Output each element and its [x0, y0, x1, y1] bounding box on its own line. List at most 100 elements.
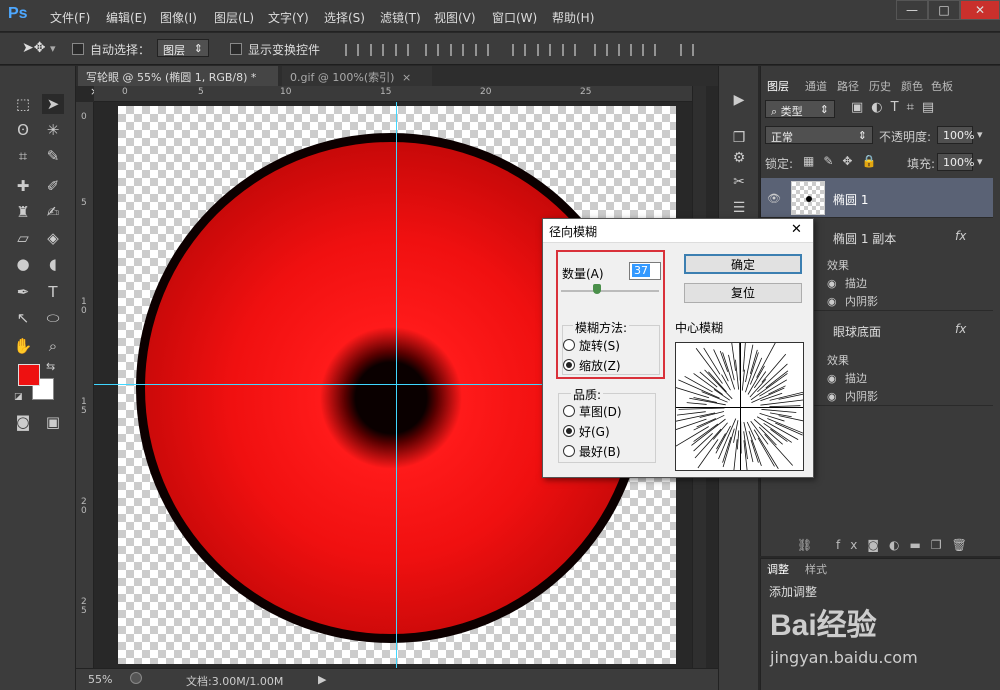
eye-visibility-icon[interactable]: 👁 [767, 192, 781, 205]
auto-select-dropdown[interactable]: 图层 ⇕ [157, 39, 209, 57]
chevron-down-icon[interactable]: ▾ [50, 42, 56, 55]
zoom-level[interactable]: 55% [88, 673, 112, 686]
fx-icon[interactable]: fx [955, 322, 966, 336]
align-left-icon[interactable] [425, 44, 439, 56]
distribute-left-icon[interactable] [594, 44, 608, 56]
layer-footer-icons[interactable]: ⛓ fx◙◐▬❐🗑 [797, 538, 977, 552]
menu-view[interactable]: 视图(V) [434, 9, 476, 26]
distribute-top-icon[interactable] [512, 44, 526, 56]
menu-type[interactable]: 文字(Y) [268, 9, 309, 26]
align-bottom-icon[interactable] [395, 44, 409, 56]
fill-arrow-icon[interactable]: ▾ [977, 155, 983, 168]
move-tool-icon[interactable]: ➤ [42, 94, 64, 114]
eye-visibility-icon[interactable]: ◉ [827, 372, 841, 385]
eye-visibility-icon[interactable]: ◉ [827, 390, 841, 403]
status-info-icon[interactable] [130, 672, 142, 684]
layer-filter-dropdown[interactable]: ⌕ 类型 ⇕ [765, 100, 835, 118]
fill-input[interactable]: 100% [937, 153, 974, 171]
layer-row-ellipse1[interactable]: 👁 椭圆 1 [761, 178, 993, 218]
foreground-color-swatch[interactable] [18, 364, 40, 386]
hand-tool-icon[interactable]: ✋ [12, 336, 34, 356]
type-tool-icon[interactable]: T [42, 282, 64, 302]
reset-button[interactable]: 复位 [684, 283, 802, 303]
opacity-arrow-icon[interactable]: ▾ [977, 128, 983, 141]
minimize-button[interactable]: — [896, 0, 928, 20]
dodge-tool-icon[interactable]: ◖ [42, 254, 64, 274]
amount-slider-track[interactable] [561, 290, 659, 292]
history-brush-icon[interactable]: ✍ [42, 202, 64, 222]
brush-tool-icon[interactable]: ✐ [42, 176, 64, 196]
eye-visibility-icon[interactable]: ◉ [827, 295, 841, 308]
tab-close-icon[interactable]: × [402, 71, 411, 84]
auto-select-checkbox[interactable] [72, 43, 84, 55]
screen-mode-icon[interactable]: ▣ [42, 412, 64, 432]
auto-align-icon[interactable] [680, 44, 694, 56]
path-select-icon[interactable]: ↖ [12, 308, 34, 328]
lock-icons[interactable]: ▦✎✥🔒 [803, 154, 885, 168]
distribute-vcenter-icon[interactable] [537, 44, 551, 56]
distribute-hcenter-icon[interactable] [618, 44, 632, 56]
blend-mode-dropdown[interactable]: 正常 ⇕ [765, 126, 873, 144]
stamp-icon[interactable]: ⚙ [729, 150, 749, 168]
radio-good[interactable] [563, 425, 575, 437]
tab-layers[interactable]: 图层 [767, 78, 789, 94]
tab-paths[interactable]: 路径 [837, 78, 859, 94]
menu-file[interactable]: 文件(F) [50, 9, 90, 26]
quick-mask-icon[interactable]: ◙ [12, 412, 34, 432]
opacity-input[interactable]: 100% [937, 126, 974, 144]
tab-styles[interactable]: 样式 [805, 561, 827, 577]
distribute-right-icon[interactable] [642, 44, 656, 56]
tab-color[interactable]: 颜色 [901, 78, 923, 94]
eye-visibility-icon[interactable]: ◉ [827, 277, 841, 290]
align-hcenter-icon[interactable] [450, 44, 464, 56]
move-tool-preset-icon[interactable]: ➤✥ [22, 40, 45, 56]
vertical-guide[interactable] [396, 102, 397, 668]
zoom-tool-icon[interactable]: ⌕ [42, 336, 64, 356]
close-window-button[interactable]: ✕ [960, 0, 1000, 20]
menu-layer[interactable]: 图层(L) [214, 9, 254, 26]
eyedropper-icon[interactable]: ✎ [42, 146, 64, 166]
lasso-tool-icon[interactable]: ʘ [12, 120, 34, 140]
swap-colors-icon[interactable]: ⇆ [46, 360, 55, 373]
menu-help[interactable]: 帮助(H) [552, 9, 594, 26]
amount-input[interactable]: 37 [629, 262, 661, 280]
align-vcenter-icon[interactable] [370, 44, 384, 56]
radio-spin[interactable] [563, 339, 575, 351]
dialog-titlebar[interactable]: 径向模糊 ✕ [543, 219, 813, 243]
default-colors-icon[interactable]: ◪ [14, 392, 23, 402]
crop-tool-icon[interactable]: ⌗ [12, 146, 34, 166]
menu-window[interactable]: 窗口(W) [492, 9, 537, 26]
blur-tool-icon[interactable]: ● [12, 254, 34, 274]
marquee-tool-icon[interactable]: ⬚ [12, 94, 34, 114]
distribute-bottom-icon[interactable] [562, 44, 576, 56]
healing-brush-icon[interactable]: ✚ [12, 176, 34, 196]
tab-swatches[interactable]: 色板 [931, 78, 953, 94]
menu-image[interactable]: 图像(I) [160, 9, 197, 26]
clone-stamp-icon[interactable]: ♜ [12, 202, 34, 222]
3d-cube-icon[interactable]: ❒ [729, 130, 749, 148]
tab-document-gif[interactable]: 0.gif @ 100%(索引) × [282, 66, 432, 86]
status-menu-arrow-icon[interactable]: ▶ [318, 673, 326, 686]
show-transform-checkbox[interactable] [230, 43, 242, 55]
tab-history[interactable]: 历史 [869, 78, 891, 94]
play-icon[interactable]: ▶ [729, 92, 749, 110]
layer-filter-icons[interactable]: ▣◐T⌗▤ [851, 100, 942, 115]
fx-icon[interactable]: fx [955, 229, 966, 243]
dialog-close-icon[interactable]: ✕ [791, 222, 802, 237]
ok-button[interactable]: 确定 [684, 254, 802, 274]
brush-preset-icon[interactable]: ✂ [729, 174, 749, 192]
eraser-icon[interactable]: ▱ [12, 228, 34, 248]
tab-adjustments[interactable]: 调整 [767, 561, 789, 577]
ellipse-tool-icon[interactable]: ⬭ [42, 308, 64, 328]
align-right-icon[interactable] [475, 44, 489, 56]
paint-bucket-icon[interactable]: ◈ [42, 228, 64, 248]
align-top-icon[interactable] [345, 44, 359, 56]
sliders-icon[interactable]: ☰ [729, 200, 749, 218]
radio-zoom[interactable] [563, 359, 575, 371]
restore-button[interactable]: □ [928, 0, 960, 20]
amount-slider-thumb[interactable] [593, 284, 602, 294]
blur-center-preview[interactable] [675, 342, 804, 471]
menu-edit[interactable]: 编辑(E) [106, 9, 147, 26]
menu-select[interactable]: 选择(S) [324, 9, 365, 26]
menu-filter[interactable]: 滤镜(T) [380, 9, 421, 26]
